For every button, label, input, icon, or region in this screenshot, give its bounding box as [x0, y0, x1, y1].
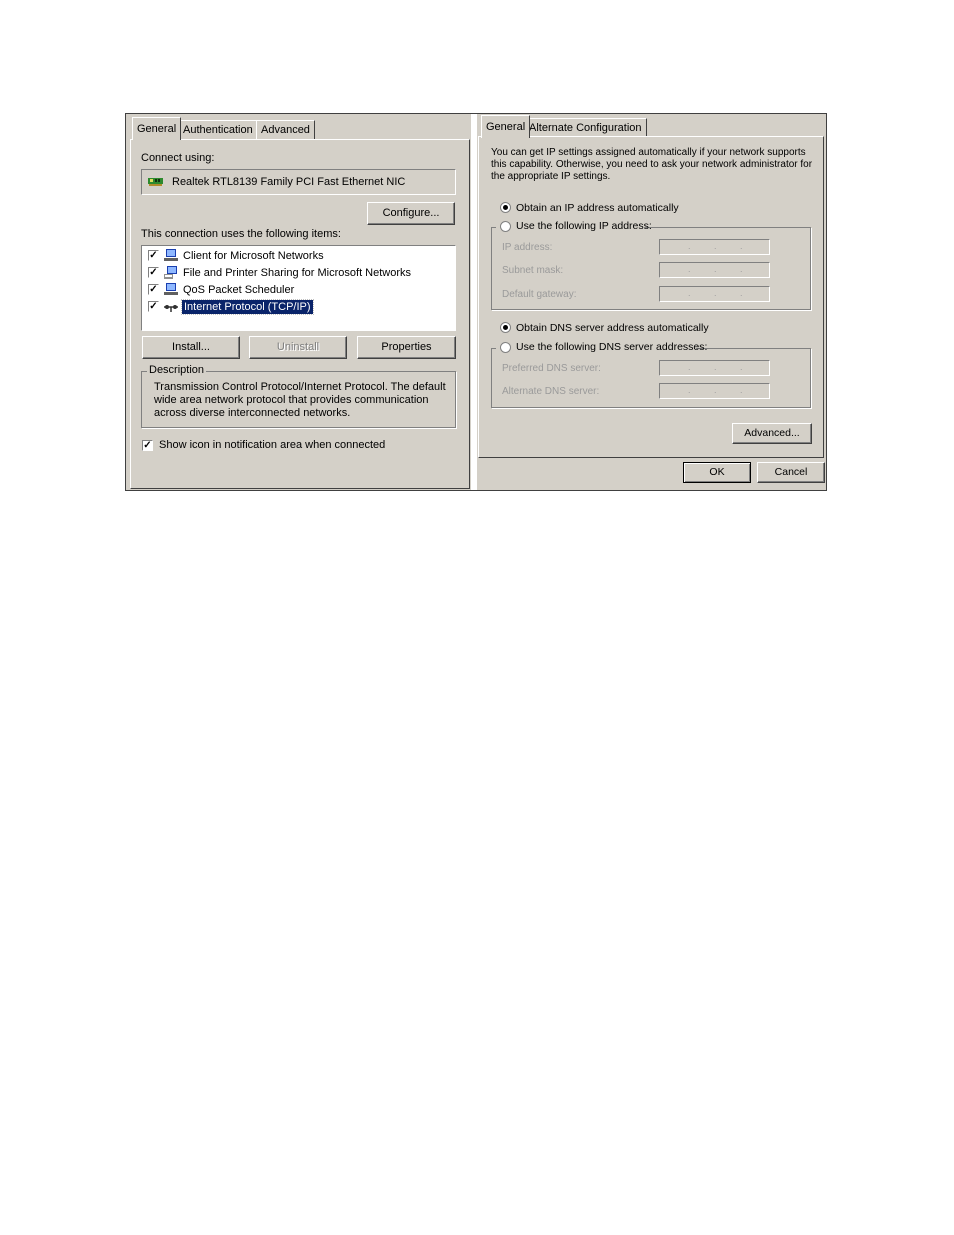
right-dialog: General Alternate Configuration You can … — [477, 114, 826, 490]
advanced-button[interactable]: Advanced... — [732, 423, 812, 444]
tab-advanced[interactable]: Advanced — [256, 120, 315, 139]
item-checkbox[interactable]: ✓ — [148, 301, 159, 312]
obtain-ip-radio[interactable] — [500, 202, 511, 213]
alternate-dns-field[interactable]: ... — [659, 383, 770, 399]
show-icon-label: Show icon in notification area when conn… — [159, 439, 386, 451]
use-ip-radio[interactable] — [500, 221, 511, 232]
description-line-2: wide area network protocol that provides… — [154, 394, 429, 406]
obtain-dns-label: Obtain DNS server address automatically — [516, 322, 709, 334]
ip-address-label: IP address: — [502, 242, 553, 253]
intro-line-2: this capability. Otherwise, you need to … — [491, 159, 813, 170]
show-icon-checkbox[interactable]: ✓ — [142, 440, 153, 451]
item-label: File and Printer Sharing for Microsoft N… — [183, 267, 412, 279]
item-checkbox[interactable]: ✓ — [148, 250, 159, 261]
item-label: Client for Microsoft Networks — [183, 250, 324, 262]
list-item[interactable]: ✓ File and Printer Sharing for Microsoft… — [142, 265, 452, 282]
obtain-dns-radio[interactable] — [500, 322, 511, 333]
description-line-3: across diverse interconnected networks. — [154, 407, 351, 419]
configure-button[interactable]: Configure... — [367, 202, 455, 225]
static-dns-group — [491, 348, 811, 408]
cancel-button[interactable]: Cancel — [757, 462, 825, 483]
items-label: This connection uses the following items… — [141, 228, 341, 240]
default-gateway-field[interactable]: ... — [659, 286, 770, 302]
default-gateway-label: Default gateway: — [502, 289, 577, 300]
list-item[interactable]: ✓ QoS Packet Scheduler — [142, 282, 452, 299]
subnet-mask-field[interactable]: ... — [659, 262, 770, 278]
preferred-dns-label: Preferred DNS server: — [502, 363, 601, 374]
item-label: QoS Packet Scheduler — [183, 284, 295, 296]
intro-line-1: You can get IP settings assigned automat… — [491, 147, 806, 158]
preferred-dns-field[interactable]: ... — [659, 360, 770, 376]
tab-alternate-configuration[interactable]: Alternate Configuration — [524, 118, 647, 137]
adapter-box: Realtek RTL8139 Family PCI Fast Ethernet… — [141, 169, 456, 195]
left-dialog: General Authentication Advanced Connect … — [126, 114, 471, 490]
item-checkbox[interactable]: ✓ — [148, 284, 159, 295]
network-card-icon — [148, 177, 163, 186]
description-legend: Description — [147, 364, 207, 376]
properties-button[interactable]: Properties — [357, 336, 456, 359]
install-button[interactable]: Install... — [142, 336, 240, 359]
ok-button[interactable]: OK — [683, 462, 751, 483]
obtain-ip-label: Obtain an IP address automatically — [516, 202, 679, 214]
list-item[interactable]: ✓ Internet Protocol (TCP/IP) — [142, 299, 452, 316]
ip-address-field[interactable]: ... — [659, 239, 770, 255]
screenshot-frame: General Authentication Advanced Connect … — [125, 113, 827, 491]
list-item[interactable]: ✓ Client for Microsoft Networks — [142, 248, 452, 265]
adapter-name: Realtek RTL8139 Family PCI Fast Ethernet… — [172, 176, 406, 188]
network-client-icon — [164, 249, 178, 262]
connect-using-label: Connect using: — [141, 152, 215, 164]
use-ip-label: Use the following IP address: — [516, 220, 652, 232]
tab-general[interactable]: General — [132, 117, 182, 140]
description-line-1: Transmission Control Protocol/Internet P… — [154, 381, 446, 393]
alternate-dns-label: Alternate DNS server: — [502, 386, 600, 397]
item-checkbox[interactable]: ✓ — [148, 267, 159, 278]
file-printer-sharing-icon — [164, 266, 178, 279]
item-label-selected: Internet Protocol (TCP/IP) — [181, 299, 314, 315]
tab-authentication[interactable]: Authentication — [178, 120, 258, 139]
subnet-mask-label: Subnet mask: — [502, 265, 564, 276]
qos-scheduler-icon — [164, 283, 178, 296]
tab-general-right[interactable]: General — [481, 115, 531, 138]
use-dns-label: Use the following DNS server addresses: — [516, 341, 708, 353]
uninstall-button[interactable]: Uninstall — [249, 336, 347, 359]
intro-line-3: the appropriate IP settings. — [491, 171, 611, 182]
protocol-icon — [164, 301, 178, 314]
use-dns-radio[interactable] — [500, 342, 511, 353]
items-list[interactable]: ✓ Client for Microsoft Networks ✓ File a… — [141, 245, 456, 331]
